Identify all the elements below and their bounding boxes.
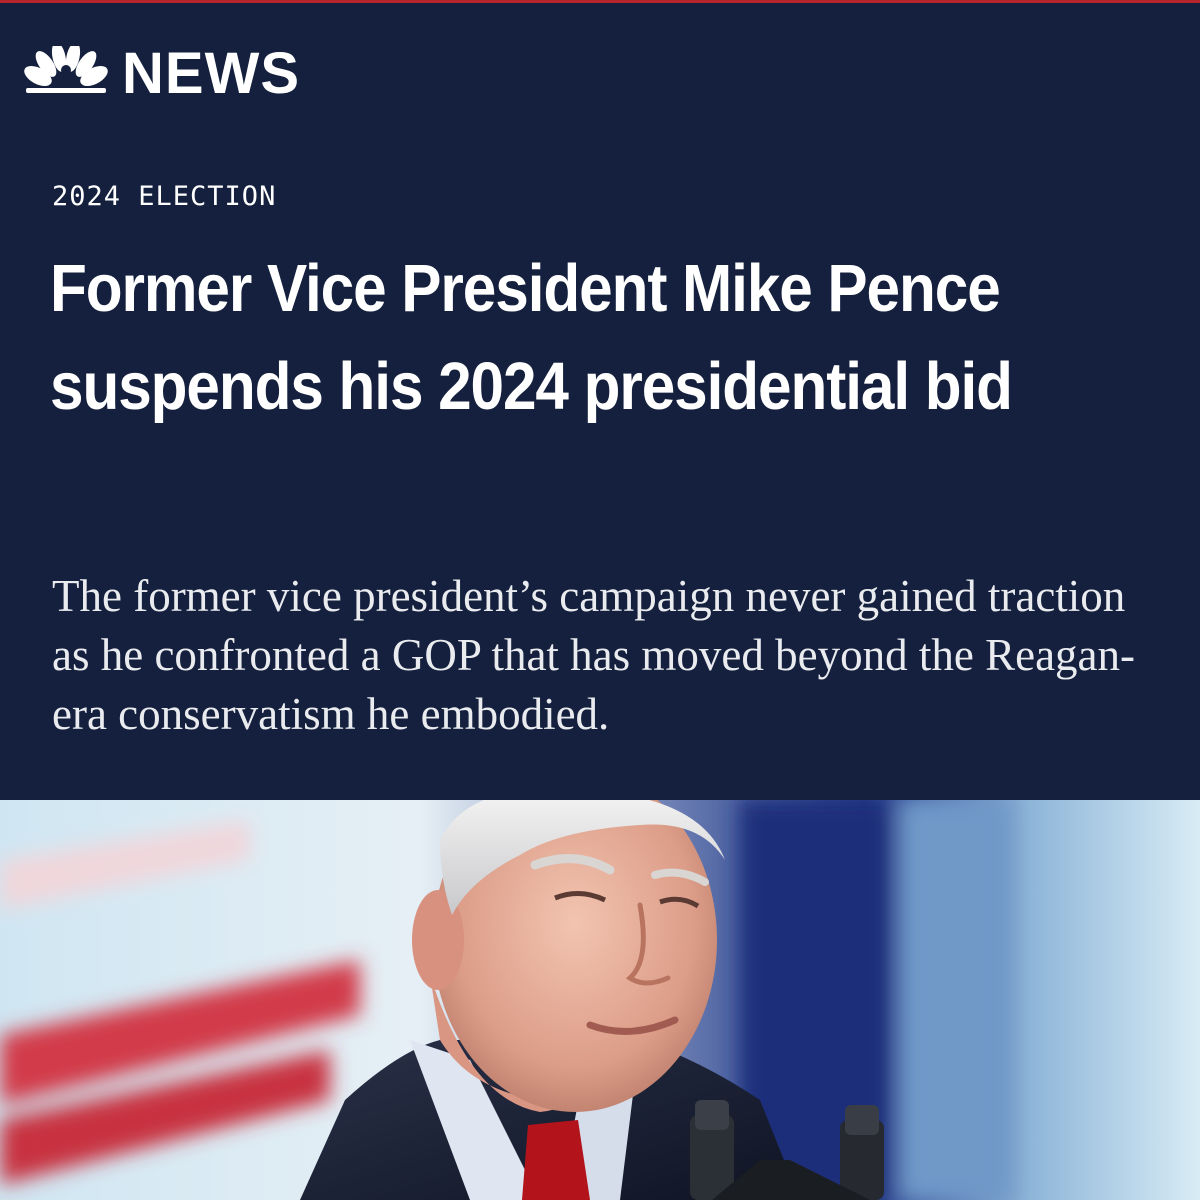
- article-card: NEWS 2024 ELECTION Former Vice President…: [0, 0, 1200, 1200]
- brand-logo: NEWS: [24, 44, 300, 104]
- speaker-photo-illustration: [0, 800, 1200, 1200]
- top-accent-rule: [0, 0, 1200, 3]
- article-dek: The former vice president’s campaign nev…: [52, 571, 1136, 739]
- brand-name: NEWS: [122, 41, 300, 106]
- section-kicker[interactable]: 2024 ELECTION: [52, 181, 276, 213]
- peacock-icon: [24, 46, 108, 102]
- article-headline[interactable]: Former Vice President Mike Pence suspend…: [50, 240, 1040, 436]
- article-photo: [0, 800, 1200, 1200]
